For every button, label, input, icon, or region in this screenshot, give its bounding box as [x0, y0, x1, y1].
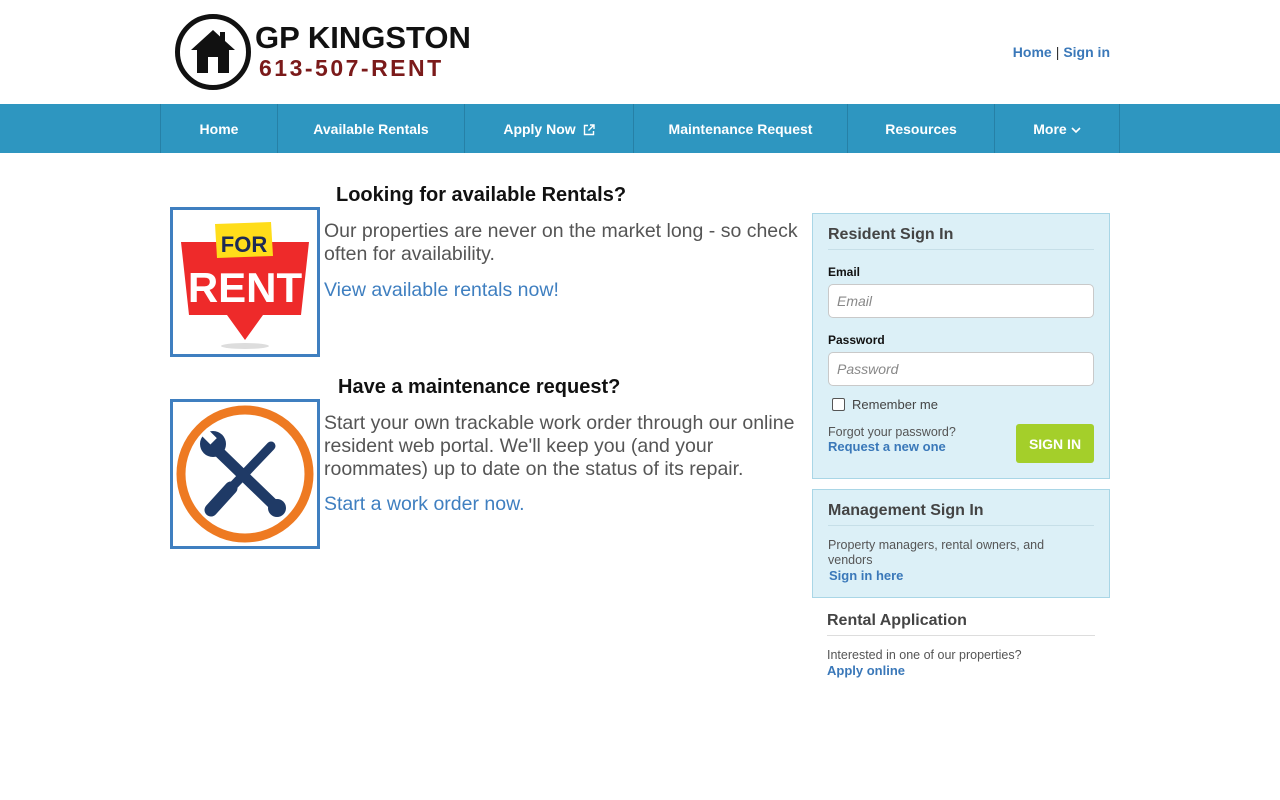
rental-application-title: Rental Application — [827, 612, 967, 629]
top-sign-in-link[interactable]: Sign in — [1063, 44, 1110, 60]
rentals-feature: Looking for available Rentals? FOR RENT … — [170, 182, 800, 362]
main-nav: Home Available Rentals Apply Now Mainten… — [0, 104, 1280, 153]
top-links: Home | Sign in — [1013, 44, 1110, 60]
start-work-order-link[interactable]: Start a work order now. — [324, 493, 525, 516]
email-label: Email — [828, 265, 861, 279]
nav-available-rentals[interactable]: Available Rentals — [278, 104, 465, 153]
remember-me[interactable]: Remember me — [832, 397, 938, 412]
password-label: Password — [828, 333, 885, 347]
rental-application-text: Interested in one of our properties? — [827, 648, 1022, 662]
nav-home-label: Home — [199, 120, 239, 137]
nav-resources-label: Resources — [885, 120, 957, 137]
tools-image — [170, 399, 320, 549]
management-signin-title: Management Sign In — [828, 502, 984, 519]
maintenance-feature: Have a maintenance request? Start your o… — [170, 374, 800, 554]
divider — [828, 249, 1094, 250]
logo-title: GP KINGSTON — [255, 20, 471, 55]
external-link-icon — [583, 123, 595, 135]
logo-phone: 613-507-RENT — [259, 55, 444, 81]
house-icon — [175, 14, 251, 90]
management-sign-in-link[interactable]: Sign in here — [829, 568, 903, 583]
view-rentals-link[interactable]: View available rentals now! — [324, 279, 559, 302]
rentals-heading: Looking for available Rentals? — [336, 184, 627, 206]
rentals-text: Our properties are never on the market l… — [324, 220, 798, 265]
nav-home[interactable]: Home — [161, 104, 278, 153]
top-home-link[interactable]: Home — [1013, 44, 1052, 60]
nav-available-rentals-label: Available Rentals — [313, 120, 429, 137]
remember-me-checkbox[interactable] — [832, 398, 845, 411]
nav-apply-now[interactable]: Apply Now — [465, 104, 634, 153]
nav-more-label: More — [1033, 120, 1067, 137]
nav-maintenance-request[interactable]: Maintenance Request — [634, 104, 848, 153]
resident-signin-panel: Resident Sign In Email Password Remember… — [812, 213, 1110, 479]
password-field[interactable] — [828, 352, 1094, 386]
remember-me-label: Remember me — [852, 397, 938, 412]
management-signin-panel: Management Sign In Property managers, re… — [812, 489, 1110, 598]
divider — [828, 525, 1094, 526]
request-new-password-link[interactable]: Request a new one — [828, 439, 946, 454]
maintenance-heading: Have a maintenance request? — [338, 376, 621, 398]
nav-resources[interactable]: Resources — [848, 104, 995, 153]
for-rent-image-bottom: RENT — [188, 264, 303, 311]
sign-in-button[interactable]: SIGN IN — [1016, 424, 1094, 463]
site-logo[interactable]: GP KINGSTON 613-507-RENT — [175, 14, 475, 92]
divider — [827, 635, 1095, 636]
for-rent-image: FOR RENT — [170, 207, 320, 357]
management-signin-text: Property managers, rental owners, and ve… — [828, 538, 1045, 567]
site-header: GP KINGSTON 613-507-RENT Home | Sign in — [0, 0, 1280, 104]
nav-apply-now-label: Apply Now — [503, 120, 576, 137]
nav-more[interactable]: More — [995, 104, 1120, 153]
email-field[interactable] — [828, 284, 1094, 318]
top-links-separator: | — [1055, 44, 1060, 60]
resident-signin-title: Resident Sign In — [828, 226, 954, 243]
forgot-password: Forgot your password? Request a new one — [828, 425, 956, 454]
apply-online-link[interactable]: Apply online — [827, 663, 905, 678]
for-rent-image-top: FOR — [221, 232, 268, 257]
nav-maintenance-request-label: Maintenance Request — [668, 120, 813, 137]
chevron-down-icon — [1071, 121, 1081, 137]
maintenance-text: Start your own trackable work order thro… — [324, 412, 795, 480]
forgot-password-text: Forgot your password? — [828, 425, 956, 439]
